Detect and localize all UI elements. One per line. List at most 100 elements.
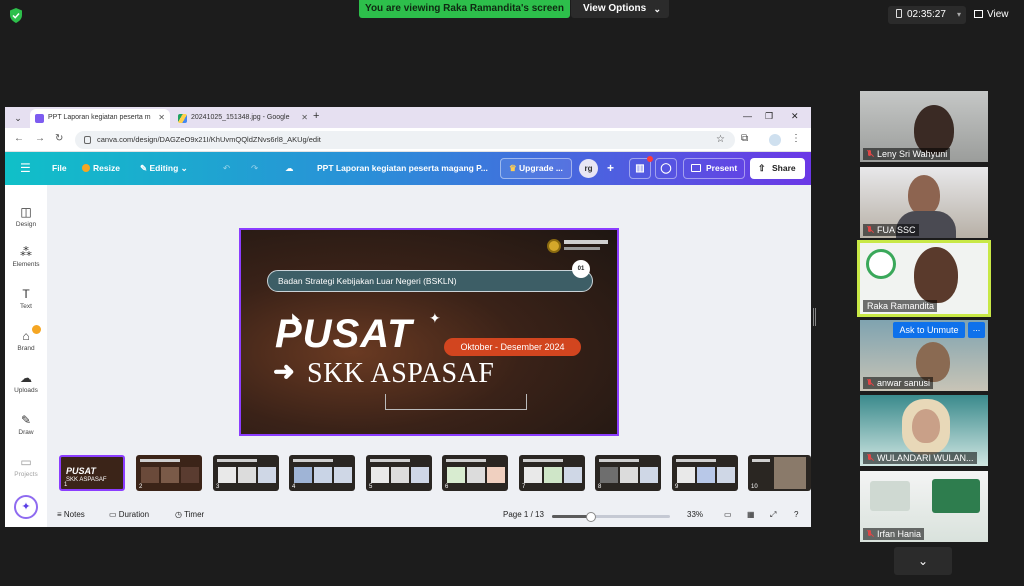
back-icon[interactable]: ← <box>14 133 24 144</box>
sidebar-item-brand[interactable]: ⌂ Brand <box>5 329 47 352</box>
add-collaborator-icon[interactable]: + <box>601 159 620 178</box>
slide-period-badge[interactable]: Oktober - Desember 2024 <box>444 338 581 356</box>
brand-icon: ⌂ <box>22 329 30 343</box>
zoom-slider[interactable] <box>552 512 670 522</box>
browser-tab-drive[interactable]: 20241025_151348.jpg - Google ✕ <box>173 109 313 128</box>
page-indicator[interactable]: Page 1 / 13 <box>503 510 544 519</box>
slide-thumbnail[interactable]: 3 <box>213 455 279 491</box>
resize-button[interactable]: Resize <box>82 163 120 173</box>
participant-name: FUA SSC <box>863 224 919 236</box>
new-tab-icon[interactable]: + <box>313 110 319 122</box>
close-tab-icon[interactable]: ✕ <box>301 113 308 122</box>
thumb-photo <box>717 467 735 483</box>
pages-view-icon[interactable]: ▭ <box>724 510 732 519</box>
reload-icon[interactable]: ↻ <box>55 133 63 144</box>
left-side-panel: ◫ Design ⁂ Elements T Text ⌂ Brand ☁ Uploads … <box>5 185 47 527</box>
slide-thumbnail[interactable]: 5 <box>366 455 432 491</box>
sidebar-item-uploads[interactable]: ☁ Uploads <box>5 371 47 394</box>
slide-thumbnail[interactable]: 9 <box>672 455 738 491</box>
slide-thumbnail[interactable]: 2 <box>136 455 202 491</box>
site-info-icon <box>84 136 91 144</box>
notes-button[interactable]: ≡ Notes <box>57 510 85 519</box>
extensions-icon[interactable]: ⧉ <box>741 133 748 144</box>
thumb-photo <box>697 467 715 483</box>
editing-mode-button[interactable]: ✎ Editing ⌄ <box>140 163 188 174</box>
present-screen-icon <box>691 164 701 172</box>
participant-name-text: Raka Ramandita <box>867 301 935 311</box>
menu-hamburger-icon[interactable]: ☰ <box>20 161 31 175</box>
thumb-number: 1 <box>64 482 68 488</box>
participant-tile[interactable]: WULANDARI WULAN... <box>860 395 988 466</box>
file-menu[interactable]: File <box>52 163 67 173</box>
thumb-number: 4 <box>292 484 296 490</box>
cloud-saved-icon[interactable]: ☁ <box>285 163 294 174</box>
slide-agency-pill[interactable]: Badan Strategi Kebijakan Luar Negeri (BS… <box>267 270 593 292</box>
thumb-photo <box>181 467 199 483</box>
help-icon[interactable]: ? <box>794 510 798 519</box>
bookmark-star-icon[interactable]: ☆ <box>716 131 725 149</box>
zoom-topbar: You are viewing Raka Ramandita's screen … <box>0 0 1024 30</box>
comment-icon[interactable]: ◯ <box>655 158 677 179</box>
grid-view-icon[interactable]: ▦ <box>747 510 755 519</box>
magic-assistant-icon[interactable]: ✦ <box>14 495 38 519</box>
restore-icon[interactable]: ❐ <box>765 111 773 122</box>
participant-tile[interactable]: FUA SSC <box>860 167 988 238</box>
document-title[interactable]: PPT Laporan kegiatan peserta magang P... <box>317 163 488 173</box>
participant-name-text: anwar sanusi <box>877 378 931 388</box>
slide-thumbnail[interactable]: 8 <box>595 455 661 491</box>
fullscreen-icon[interactable]: ⤢ <box>770 510 776 520</box>
minimize-icon[interactable]: — <box>743 111 752 121</box>
share-button[interactable]: ⇧ Share <box>750 158 805 179</box>
participant-more-button[interactable]: ... <box>968 322 985 338</box>
sidebar-item-draw[interactable]: ✎ Draw <box>5 413 47 436</box>
undo-icon[interactable]: ↶ <box>223 163 230 174</box>
url-field[interactable]: canva.com/design/DAGZeO9x21I/KhUvmQQldZN… <box>75 131 735 149</box>
participant-tile[interactable]: Leny Sri Wahyuni <box>860 91 988 162</box>
thumb-photo <box>544 467 562 483</box>
meeting-timer[interactable]: 02:35:27 ▾ <box>888 6 966 24</box>
slide-thumbnail[interactable]: 4 <box>289 455 355 491</box>
participant-tile[interactable]: Irfan Hania <box>860 471 988 542</box>
close-window-icon[interactable]: ✕ <box>791 111 799 122</box>
user-avatar[interactable]: rg <box>579 159 598 178</box>
profile-avatar-icon[interactable] <box>769 134 781 146</box>
timer-button[interactable]: ◷ Timer <box>175 510 204 519</box>
zoom-slider-knob[interactable] <box>586 512 596 522</box>
redo-icon[interactable]: ↷ <box>251 163 258 174</box>
share-upload-icon: ⇧ <box>758 163 766 173</box>
elements-icon: ⁂ <box>20 245 32 259</box>
slide-title-line2[interactable]: SKK ASPASAF <box>307 358 494 390</box>
sidebar-item-label: Text <box>20 303 32 310</box>
scroll-participants-down-button[interactable]: ⌄ <box>894 547 952 575</box>
panel-splitter[interactable] <box>813 308 816 326</box>
browser-tab-canva[interactable]: PPT Laporan kegiatan peserta m ✕ <box>30 109 170 128</box>
participant-name-text: WULANDARI WULAN... <box>877 453 974 463</box>
sidebar-item-elements[interactable]: ⁂ Elements <box>5 245 47 268</box>
participant-tile-active-speaker[interactable]: Raka Ramandita <box>857 240 991 317</box>
sidebar-item-projects[interactable]: ▭ Projects <box>5 455 47 478</box>
sidebar-item-text[interactable]: T Text <box>5 287 47 310</box>
muted-mic-icon <box>866 150 873 158</box>
duration-button[interactable]: ▭ Duration <box>109 510 149 519</box>
slide-thumbnail[interactable]: 6 <box>442 455 508 491</box>
thumb-heading-bar <box>140 459 180 462</box>
slide-thumbnail[interactable]: 10 <box>748 455 811 491</box>
tab-search-icon[interactable]: ⌄ <box>11 111 25 125</box>
thumb-photo <box>677 467 695 483</box>
forward-icon[interactable]: → <box>35 133 45 144</box>
view-options-button[interactable]: View Options ⌄ <box>571 0 669 18</box>
zoom-percent[interactable]: 33% <box>687 510 703 519</box>
view-button[interactable]: View <box>974 6 1020 24</box>
ask-to-unmute-button[interactable]: Ask to Unmute <box>893 322 965 338</box>
sparkle-icon: ✦ <box>429 310 441 326</box>
upgrade-button[interactable]: ♛ Upgrade ... <box>500 158 572 179</box>
slide-thumbnail[interactable]: PUSAT SKK ASPASAF 1 <box>59 455 125 491</box>
muted-mic-icon <box>866 379 873 387</box>
slide-canvas[interactable]: Badan Strategi Kebijakan Luar Negeri (BS… <box>239 228 619 436</box>
close-tab-icon[interactable]: ✕ <box>158 113 165 122</box>
security-shield-icon[interactable] <box>9 8 23 23</box>
slide-thumbnail[interactable]: 7 <box>519 455 585 491</box>
present-button[interactable]: Present <box>683 158 745 179</box>
browser-menu-icon[interactable]: ⋮ <box>791 133 801 144</box>
sidebar-item-design[interactable]: ◫ Design <box>5 205 47 228</box>
